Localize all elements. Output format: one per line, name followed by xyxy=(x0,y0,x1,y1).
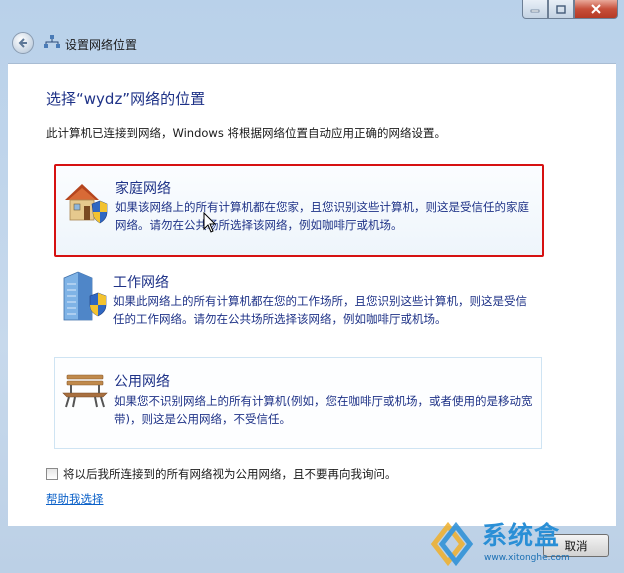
minimize-icon xyxy=(530,9,540,13)
option-title: 家庭网络 xyxy=(115,181,171,197)
option-home-network[interactable]: 家庭网络 如果该网络上的所有计算机都在您家，且您识别这些计算机，则这是受信任的家… xyxy=(54,164,544,257)
option-title: 公用网络 xyxy=(114,374,170,390)
intro-text: 此计算机已连接到网络，Windows 将根据网络位置自动应用正确的网络设置。 xyxy=(46,126,446,140)
window-title: 设置网络位置 xyxy=(65,38,138,52)
minimize-button[interactable] xyxy=(522,0,548,19)
option-work-network[interactable]: 工作网络 如果此网络上的所有计算机都在您的工作场所，且您识别这些计算机，则这是受… xyxy=(54,261,544,354)
window-frame: 设置网络位置 选择“wydz”网络的位置 此计算机已连接到网络，Windows … xyxy=(0,0,624,573)
close-button[interactable] xyxy=(574,0,618,19)
mouse-cursor-icon xyxy=(203,212,217,233)
public-network-icon xyxy=(62,374,108,408)
option-description: 如果此网络上的所有计算机都在您的工作场所，且您识别这些计算机，则这是受信任的工作… xyxy=(113,294,527,326)
watermark-text: 系统盒 xyxy=(482,521,561,550)
public-default-checkbox-row[interactable]: 将以后我所连接到的所有网络视为公用网络，且不要再向我询问。 xyxy=(46,466,397,482)
window-controls xyxy=(522,0,618,19)
network-icon xyxy=(44,35,60,48)
work-network-icon xyxy=(63,271,107,321)
checkbox-label: 将以后我所连接到的所有网络视为公用网络，且不要再向我询问。 xyxy=(63,467,397,481)
page-heading: 选择“wydz”网络的位置 xyxy=(46,90,206,108)
public-default-checkbox[interactable] xyxy=(46,468,58,480)
back-arrow-icon xyxy=(18,38,27,48)
back-button[interactable] xyxy=(12,32,34,54)
home-network-icon xyxy=(65,184,108,224)
maximize-icon xyxy=(556,4,566,14)
help-me-choose-link[interactable]: 帮助我选择 xyxy=(46,491,104,507)
close-icon xyxy=(591,4,601,14)
option-description: 如果您不识别网络上的所有计算机(例如，您在咖啡厅或机场，或者使用的是移动宽带)，… xyxy=(114,394,533,426)
option-public-network[interactable]: 公用网络 如果您不识别网络上的所有计算机(例如，您在咖啡厅或机场，或者使用的是移… xyxy=(54,357,542,449)
option-title: 工作网络 xyxy=(113,275,169,291)
option-description: 如果该网络上的所有计算机都在您家，且您识别这些计算机，则这是受信任的家庭网络。请… xyxy=(115,200,529,232)
content-panel: 选择“wydz”网络的位置 此计算机已连接到网络，Windows 将根据网络位置… xyxy=(8,63,616,526)
watermark-url: www.xitonghe.com xyxy=(484,553,570,563)
maximize-button[interactable] xyxy=(548,0,574,19)
